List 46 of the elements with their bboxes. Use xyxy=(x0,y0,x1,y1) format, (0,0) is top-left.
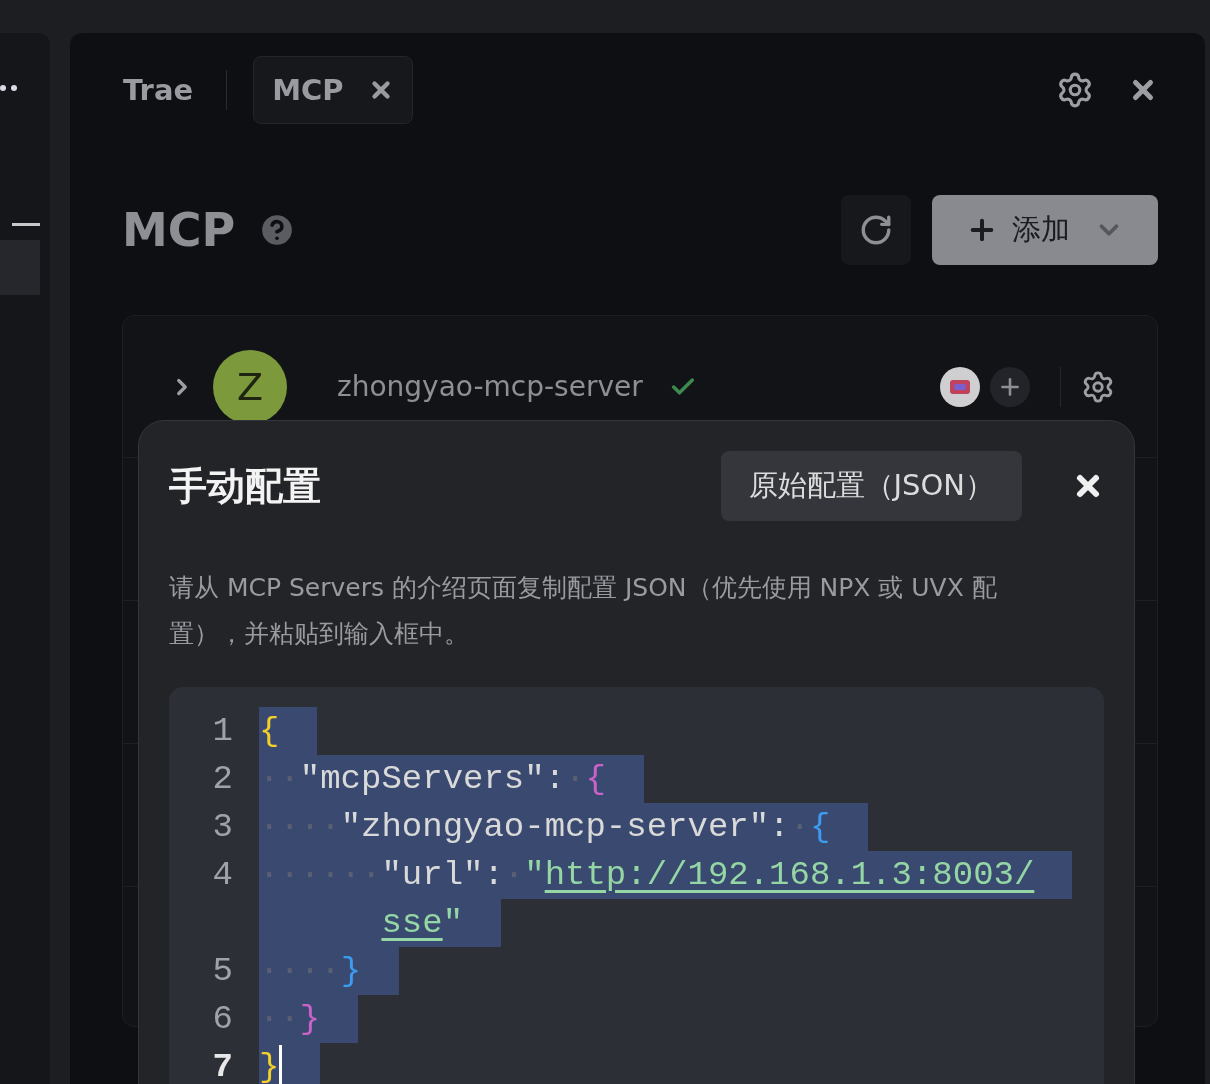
more-icon[interactable] xyxy=(0,85,17,91)
code-token: "mcpServers": xyxy=(299,760,566,798)
add-tool-button[interactable] xyxy=(990,366,1030,407)
whitespace-marker: · xyxy=(565,760,586,798)
code-token: { xyxy=(585,760,606,798)
panel-line xyxy=(12,223,40,226)
line-number: 6 xyxy=(211,1000,234,1038)
line-number: 4 xyxy=(211,856,234,894)
whitespace-marker: · xyxy=(503,856,525,894)
line-number: 5 xyxy=(211,952,234,990)
code-token: "zhongyao-mcp-server": xyxy=(340,808,790,846)
code-token: { xyxy=(809,808,831,846)
whitespace-marker: ···· xyxy=(259,808,341,846)
code-token: " xyxy=(442,904,464,942)
code-token: } xyxy=(259,1048,280,1084)
refresh-icon xyxy=(859,213,893,247)
line-number: 1 xyxy=(211,712,234,750)
server-name: zhongyao-mcp-server xyxy=(337,370,643,403)
code-token: } xyxy=(340,952,362,990)
line-number: 2 xyxy=(211,760,234,798)
code-token: { xyxy=(259,712,280,750)
dialog-description: 请从 MCP Servers 的介绍页面复制配置 JSON（优先使用 NPX 或 UVX 配置），并粘贴到输入框中。 xyxy=(169,572,998,650)
whitespace-marker: ···· xyxy=(259,952,341,990)
tab[interactable]: Trae xyxy=(110,56,207,124)
code-link[interactable]: sse xyxy=(381,904,443,942)
settings-button[interactable] xyxy=(1056,71,1094,109)
tool-icon[interactable] xyxy=(940,366,980,407)
whitespace-marker: ······ xyxy=(259,856,382,894)
code-token: } xyxy=(299,1000,321,1038)
line-number: 3 xyxy=(211,808,234,846)
whitespace-marker: · xyxy=(789,808,810,846)
mode-button[interactable]: 原始配置（JSON） xyxy=(720,451,1022,521)
refresh-button[interactable] xyxy=(841,195,911,265)
tab[interactable]: MCP xyxy=(253,56,413,124)
whitespace-marker: ·· xyxy=(259,1000,300,1038)
code-link[interactable]: http://192.168.1.3:8003/ xyxy=(544,856,1035,894)
code-token: "url": xyxy=(381,856,504,894)
code-editor[interactable]: 1 { 2 ··"mcpServers":·{ 3 ····"zhongyao-mcp-server":·{ 4 ······"url":·"http://192.168.1.3:8003/ sse" 5 ····} 6 ··} 7 } xyxy=(169,687,1104,1084)
whitespace-marker: ·· xyxy=(259,760,300,798)
text-cursor xyxy=(279,1045,283,1084)
line-number: 7 xyxy=(211,1048,234,1084)
dialog-title: 手动配置 xyxy=(169,462,321,510)
add-button[interactable]: 添加 xyxy=(932,195,1158,265)
page-title: MCP xyxy=(122,203,236,257)
settings-button[interactable] xyxy=(1081,369,1115,404)
code-token: " xyxy=(524,856,545,894)
